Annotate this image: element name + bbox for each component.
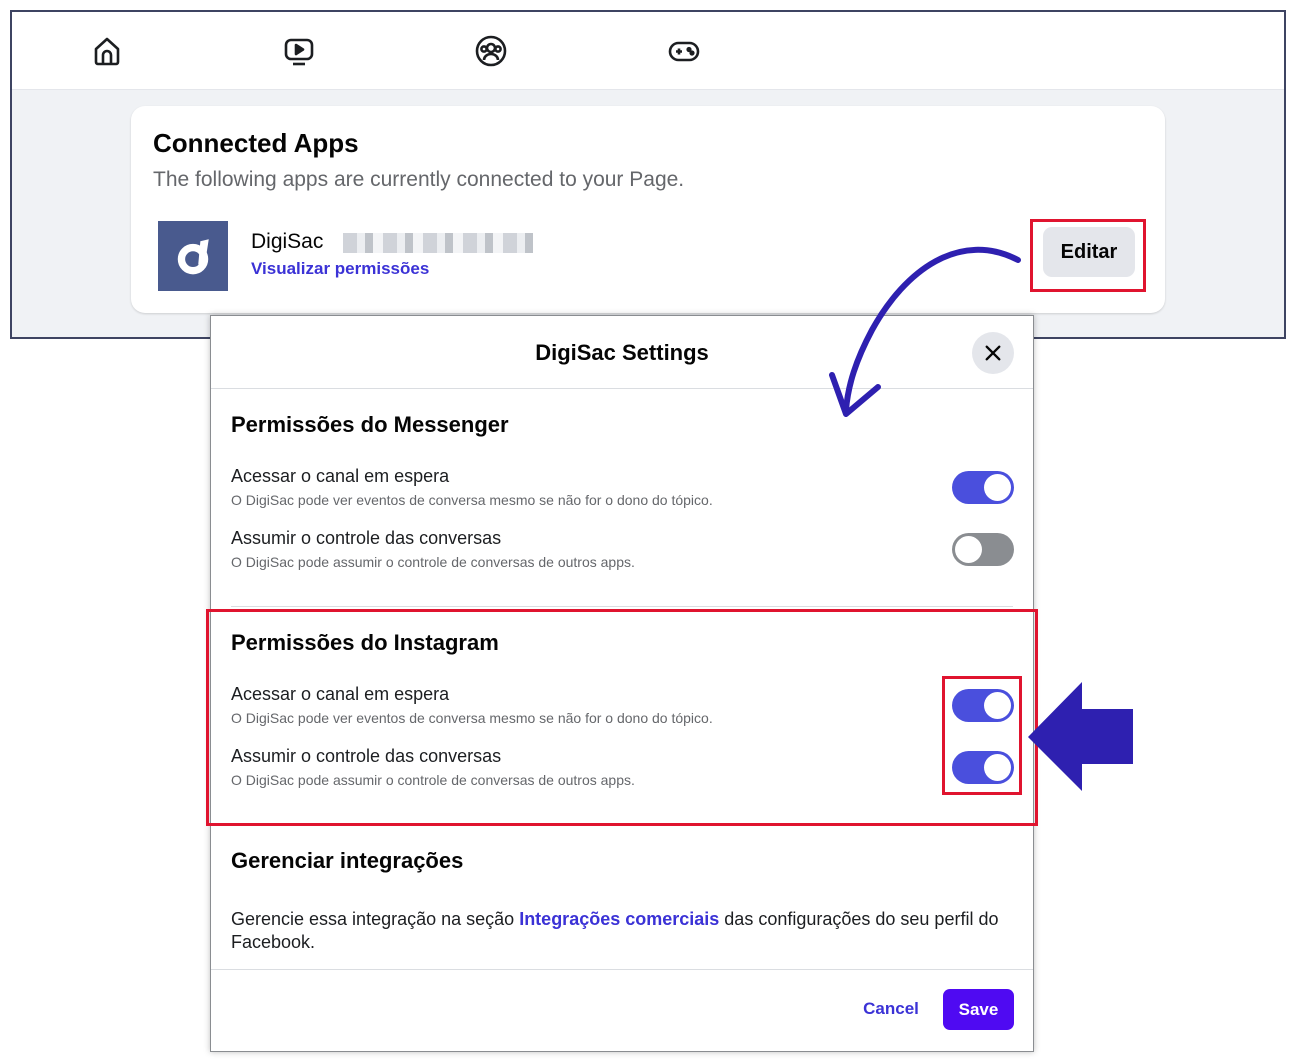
digisac-logo: [158, 221, 228, 291]
instagram-section-highlight: [206, 609, 1038, 826]
groups-icon[interactable]: [474, 34, 508, 68]
instagram-toggles-highlight: [942, 676, 1022, 795]
card-subtitle: The following apps are currently connect…: [153, 168, 685, 191]
redacted-app-id: [343, 233, 533, 253]
business-integrations-link[interactable]: Integrações comerciais: [519, 909, 719, 929]
messenger-option-description: O DigiSac pode assumir o controle de con…: [231, 554, 635, 570]
messenger-option-label: Assumir o controle das conversas: [231, 528, 502, 548]
save-button[interactable]: Save: [943, 989, 1014, 1030]
manage-integrations-title: Gerenciar integrações: [231, 848, 464, 873]
messenger-take-control-toggle[interactable]: [952, 533, 1014, 566]
toggle-knob: [955, 536, 982, 563]
section-divider: [231, 606, 1013, 607]
manage-text-before: Gerencie essa integração na seção: [231, 909, 520, 929]
cancel-button[interactable]: Cancel: [851, 989, 931, 1029]
dialog-title: DigiSac Settings: [535, 340, 709, 365]
dialog-header: DigiSac Settings: [211, 316, 1033, 389]
toggle-knob: [984, 474, 1011, 501]
messenger-option-label: Acessar o canal em espera: [231, 466, 450, 486]
messenger-permissions-title: Permissões do Messenger: [231, 412, 509, 437]
close-button[interactable]: [972, 332, 1014, 374]
gaming-icon[interactable]: [667, 34, 701, 68]
card-title: Connected Apps: [153, 128, 359, 158]
left-arrow-icon: [1028, 682, 1133, 791]
home-icon[interactable]: [90, 34, 124, 68]
connected-apps-card: Connected Apps The following apps are cu…: [131, 106, 1165, 313]
video-icon[interactable]: [282, 34, 316, 68]
view-permissions-link[interactable]: Visualizar permissões: [251, 259, 429, 279]
edit-button-highlight: [1030, 219, 1146, 292]
messenger-standby-toggle[interactable]: [952, 471, 1014, 504]
app-name: DigiSac: [251, 230, 324, 253]
messenger-option-description: O DigiSac pode ver eventos de conversa m…: [231, 492, 713, 508]
footer-divider: [211, 969, 1033, 970]
top-navigation-bar: [12, 12, 1284, 90]
close-icon: [985, 345, 1001, 361]
manage-integrations-text: Gerencie essa integração na seção Integr…: [231, 908, 1021, 954]
